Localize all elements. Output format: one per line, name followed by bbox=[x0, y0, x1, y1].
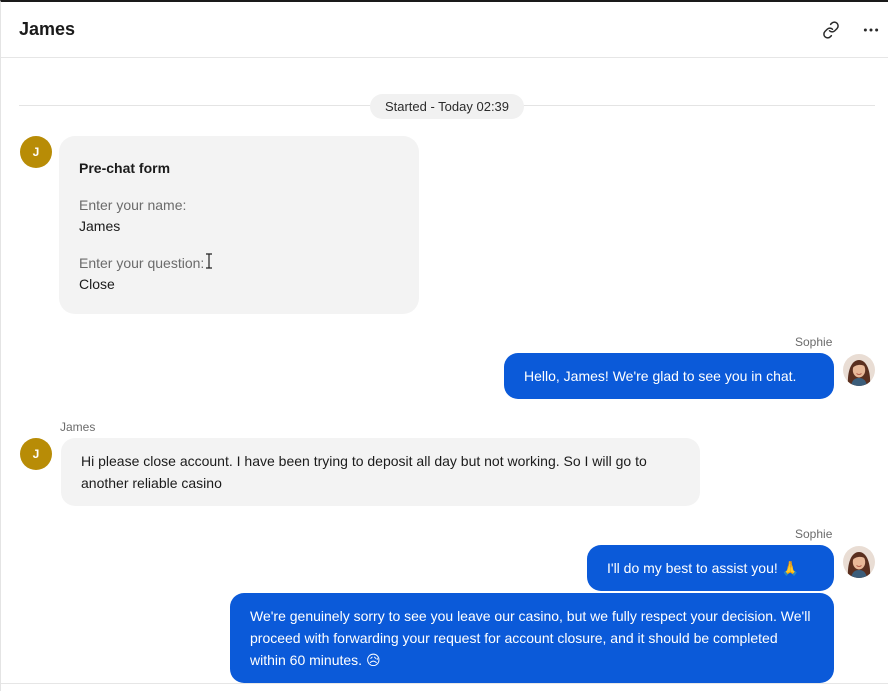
prechat-question-name: Enter your name: bbox=[79, 197, 187, 213]
chat-header: James bbox=[1, 2, 888, 58]
agent-avatar bbox=[843, 354, 875, 386]
visitor-message: Hi please close account. I have been try… bbox=[61, 438, 700, 506]
visitor-avatar: J bbox=[20, 438, 52, 470]
composer-divider bbox=[1, 683, 888, 684]
prechat-question-question: Enter your question: bbox=[79, 255, 205, 271]
agent-message: Hello, James! We're glad to see you in c… bbox=[504, 353, 834, 399]
prechat-form-card: Pre-chat form Enter your name: James Ent… bbox=[59, 136, 419, 314]
agent-avatar bbox=[843, 546, 875, 578]
message-sender: James bbox=[60, 420, 96, 434]
message-sender: Sophie bbox=[795, 527, 833, 541]
chat-started-label: Started - Today 02:39 bbox=[370, 94, 524, 119]
message-sender: Sophie bbox=[795, 335, 833, 349]
prechat-answer-name: James bbox=[79, 218, 121, 234]
text-cursor-icon bbox=[206, 253, 212, 269]
chat-title: James bbox=[19, 19, 76, 39]
prechat-answer-question: Close bbox=[79, 276, 115, 292]
link-icon[interactable] bbox=[819, 18, 843, 42]
prechat-form-title: Pre-chat form bbox=[79, 160, 171, 176]
more-options-icon[interactable] bbox=[859, 18, 883, 42]
chat-window: James Started - Today 02:39 J Pre-chat f… bbox=[0, 0, 888, 691]
agent-message: We're genuinely sorry to see you leave o… bbox=[230, 593, 834, 683]
agent-message: I'll do my best to assist you! 🙏 bbox=[587, 545, 834, 591]
visitor-avatar: J bbox=[20, 136, 52, 168]
